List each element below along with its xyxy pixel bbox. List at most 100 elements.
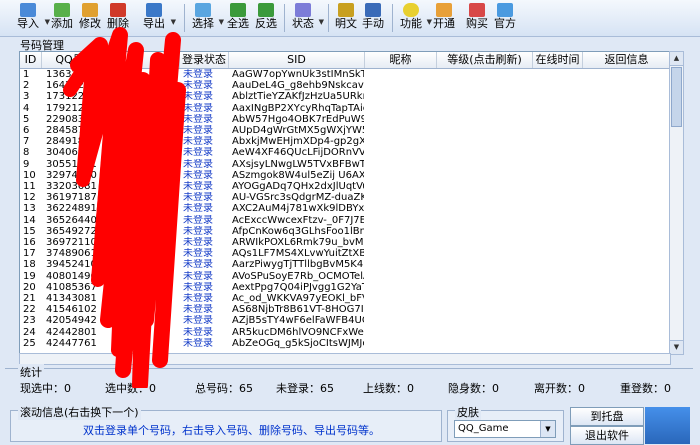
cell-login-status: 未登录 <box>183 259 213 271</box>
cell-id: 16 <box>23 237 36 248</box>
cell-login-status: 未登录 <box>183 237 213 248</box>
activate-button[interactable]: 开通 <box>432 2 456 34</box>
scroll-info-title: 滚动信息(右击换下一个) <box>18 404 141 420</box>
cell-id: 13 <box>23 203 36 215</box>
cell-id: 24 <box>23 326 36 338</box>
cell-id: 5 <box>23 113 30 125</box>
cell-login-status: 未登录 <box>183 113 213 125</box>
manual-button[interactable]: 手动 <box>361 2 385 34</box>
cell-sid: AU-VGSrc3sQdgrMZ-duaZKkq <box>232 192 364 204</box>
scroll-info-text: 双击登录单个号码，右击导入号码、删除号码、导出号码等。 <box>83 424 380 437</box>
cell-id: 17 <box>23 248 36 260</box>
status-button[interactable]: 状态 ▼ <box>290 2 324 34</box>
toolbar-separator <box>392 4 393 32</box>
column-header-id[interactable]: ID <box>20 52 42 68</box>
cell-id: 6 <box>23 125 30 136</box>
cell-sid: AaGW7opYwnUk3stIMnSkTq8m <box>232 69 364 80</box>
exit-software-button[interactable]: 退出软件 <box>570 426 644 445</box>
column-header-sid[interactable]: SID <box>229 52 365 68</box>
skin-title: 皮肤 <box>455 404 481 420</box>
status-icon <box>295 3 311 17</box>
cell-id: 11 <box>23 181 36 192</box>
cell-sid: AbxkjMwEHjmXDp4-gp2gXEHp <box>232 136 364 148</box>
cell-login-status: 未登录 <box>183 80 213 92</box>
mail-icon <box>436 3 452 17</box>
scroll-up-icon[interactable]: ▲ <box>670 52 683 66</box>
stat-away: 离开数：0 <box>534 382 585 395</box>
cell-sid: AbW57Hgo4OBK7rEdPuW9CIAp <box>232 113 364 125</box>
cell-login-status: 未登录 <box>183 225 213 237</box>
chevron-down-icon: ▼ <box>318 18 324 26</box>
cell-login-status: 未登录 <box>183 69 213 80</box>
cell-login-status: 未登录 <box>183 102 213 114</box>
plaintext-button[interactable]: 明文 <box>334 2 358 34</box>
select-all-button[interactable]: 全选 <box>226 2 250 34</box>
select-icon <box>195 3 211 17</box>
cell-sid: AZjB5sTY4wF6elFaWFB4UOcp <box>232 315 364 327</box>
select-all-icon <box>230 3 246 17</box>
vertical-scrollbar[interactable]: ▲ ▼ <box>669 51 684 355</box>
delete-icon <box>110 3 126 17</box>
watermark-logo <box>645 407 690 444</box>
cell-id: 4 <box>23 102 30 114</box>
cell-sid: AarzPiwygTjTTllbgBvM5K4p <box>232 259 364 271</box>
toolbar-separator <box>284 4 285 32</box>
column-header-online-time[interactable]: 在线时间 <box>533 52 583 68</box>
column-header-level[interactable]: 等级(点击刷新) <box>437 52 533 68</box>
buy-button[interactable]: 购买 <box>465 2 489 34</box>
cell-sid: ARWIkPOXL6Rmk79u_bvMlnop <box>232 237 364 248</box>
cell-login-status: 未登录 <box>183 203 213 215</box>
cell-sid: AbZeOGq_g5kSjoCItsWJMJoq <box>232 337 364 349</box>
home-icon <box>497 3 513 17</box>
cell-login-status: 未登录 <box>183 192 213 204</box>
function-button[interactable]: 功能 ▼ <box>398 2 432 34</box>
cell-id: 3 <box>23 91 30 103</box>
cell-sid: AXsjsyLNwgLW5TVxBFBwTUBp <box>232 158 364 170</box>
cell-login-status: 未登录 <box>183 181 213 192</box>
stat-invisible: 隐身数：0 <box>448 382 499 395</box>
invert-select-icon <box>258 3 274 17</box>
cell-id: 19 <box>23 270 36 282</box>
import-icon <box>20 3 36 17</box>
cell-id: 12 <box>23 192 36 204</box>
cell-login-status: 未登录 <box>183 125 213 136</box>
cell-login-status: 未登录 <box>183 293 213 304</box>
cell-sid: AextPpg7Q04iPJvgg1G2YaTp <box>232 281 364 293</box>
column-header-return-info[interactable]: 返回信息 <box>583 52 670 68</box>
cell-login-status: 未登录 <box>183 304 213 316</box>
column-header-nickname[interactable]: 昵称 <box>365 52 437 68</box>
cell-sid: AYOGgADq7QHx2dxJlUqtVu4q <box>232 181 364 192</box>
scroll-thumb[interactable] <box>671 67 682 127</box>
cell-login-status: 未登录 <box>183 214 213 226</box>
skin-select[interactable]: QQ_Game ▼ <box>454 420 556 438</box>
add-icon <box>54 3 70 17</box>
cell-id: 23 <box>23 315 36 327</box>
cell-sid: AXC2AuM4j781wXk9lDBYx1Yp <box>232 203 364 215</box>
cell-id: 25 <box>23 337 36 349</box>
to-tray-button[interactable]: 到托盘 <box>570 407 644 426</box>
cell-sid: AblztTieYZAKfJzHzUa5URkm <box>232 91 364 103</box>
cell-id: 8 <box>23 147 30 159</box>
cell-id: 14 <box>23 214 36 226</box>
cell-login-status: 未登录 <box>183 281 213 293</box>
cell-sid: AR5kucDM6hlVO9NCFxWedpIn <box>232 326 364 338</box>
select-button[interactable]: 选择 ▼ <box>190 2 224 34</box>
cell-login-status: 未登录 <box>183 169 213 181</box>
scroll-down-icon[interactable]: ▼ <box>670 340 683 354</box>
official-button[interactable]: 官方 <box>493 2 517 34</box>
cell-id: 2 <box>23 80 30 92</box>
lock-icon <box>338 3 354 17</box>
cell-sid: AauDeL4G_g8ehb9Nskcavw4q <box>232 80 364 92</box>
redaction-scribble <box>63 27 186 388</box>
chevron-down-icon[interactable]: ▼ <box>540 421 555 437</box>
cell-sid: Ac_od_WKKVA97yEOKl_bFVwm <box>232 293 364 304</box>
invert-select-button[interactable]: 反选 <box>254 2 278 34</box>
cell-sid: AVoSPuSoyE7Rb_OCMOTelAIq <box>232 270 364 282</box>
stat-not-logged-in: 未登录：65 <box>276 382 334 395</box>
cell-sid: ASzmgok8W4ul5eZij U6AX2cq <box>232 169 364 181</box>
cell-login-status: 未登录 <box>183 147 213 159</box>
stat-online: 上线数：0 <box>363 382 414 395</box>
cell-sid: AeW4XF46QUcLFijDORnVVV4p <box>232 147 364 159</box>
lightbulb-icon <box>403 3 419 17</box>
import-button[interactable]: 导入 ▼ <box>14 2 50 34</box>
